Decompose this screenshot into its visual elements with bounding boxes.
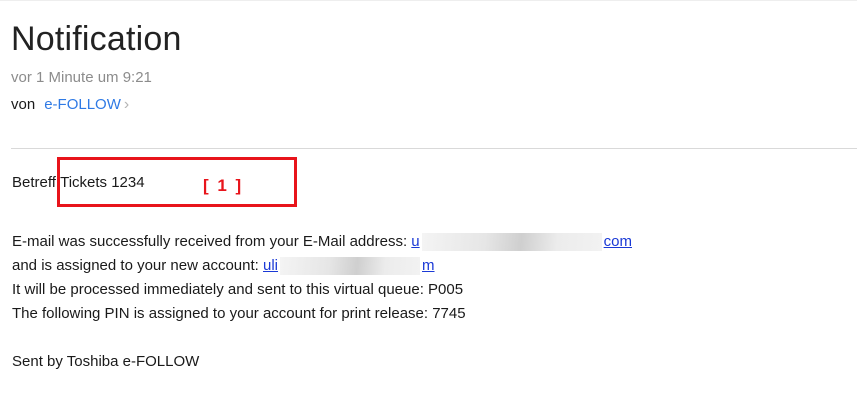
body-line-account: and is assigned to your new account: uli… xyxy=(12,254,845,278)
body-line-queue: It will be processed immediately and sen… xyxy=(12,281,464,298)
redacted-email xyxy=(421,233,602,252)
body-gap xyxy=(12,326,845,350)
page-title: Notification xyxy=(11,20,182,58)
annotation-label: [ 1 ] xyxy=(203,176,243,195)
notification-view: Notification vor 1 Minute um 9:21 von e-… xyxy=(0,0,857,405)
account-link-start[interactable]: uli xyxy=(263,257,278,274)
email-intro-text: E-mail was successfully received from yo… xyxy=(12,233,412,250)
redacted-account xyxy=(280,257,421,276)
body-line-pin: The following PIN is assigned to your ac… xyxy=(12,305,466,322)
from-row: von e-FOLLOW › xyxy=(11,96,857,114)
email-link-end[interactable]: com xyxy=(604,233,632,250)
body-line-email: E-mail was successfully received from yo… xyxy=(12,230,845,254)
sender-link[interactable]: e-FOLLOW xyxy=(44,96,121,114)
email-link-start[interactable]: u xyxy=(411,233,419,250)
account-link-end[interactable]: m xyxy=(422,257,435,274)
chevron-right-icon[interactable]: › xyxy=(124,96,129,114)
signature: Sent by Toshiba e-FOLLOW xyxy=(12,353,200,370)
account-intro-text: and is assigned to your new account: xyxy=(12,257,263,274)
message-body: E-mail was successfully received from yo… xyxy=(12,230,845,374)
notification-header: Notification vor 1 Minute um 9:21 von e-… xyxy=(11,19,857,114)
from-label: von xyxy=(11,96,36,113)
divider xyxy=(11,148,857,149)
annotation-highlight-box xyxy=(57,157,297,207)
timestamp: vor 1 Minute um 9:21 xyxy=(11,69,152,86)
